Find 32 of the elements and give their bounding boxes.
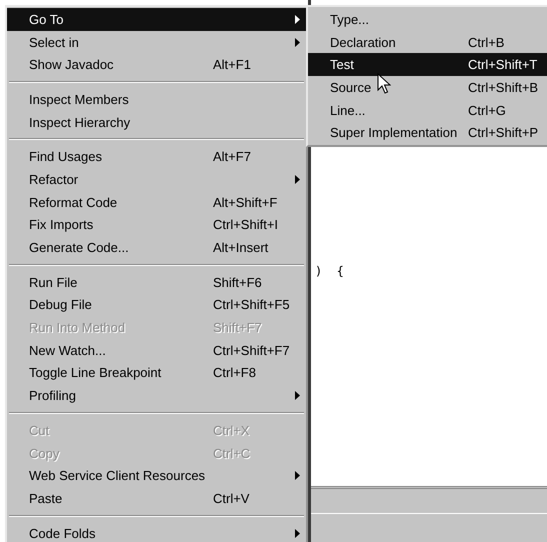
submenu-arrow-icon	[295, 471, 300, 480]
menu-item[interactable]: Generate Code... Alt+Insert	[7, 236, 306, 259]
menu-item[interactable]: Profiling	[7, 384, 306, 407]
menu-item[interactable]: Super Implementation Ctrl+Shift+P	[308, 121, 547, 144]
submenu-arrow-icon	[295, 14, 300, 24]
menu-item[interactable]: Inspect Members	[7, 88, 306, 111]
menu-item[interactable]: Declaration Ctrl+B	[308, 30, 547, 54]
menu-item[interactable]: Web Service Client Resources	[7, 464, 306, 488]
menu-item[interactable]: Code Folds	[7, 522, 306, 542]
menu-item[interactable]: Refactor	[7, 168, 306, 191]
menu-item[interactable]: Reformat Code Alt+Shift+F	[7, 190, 306, 214]
menu-item[interactable]: Toggle Line Breakpoint Ctrl+F8	[7, 362, 306, 384]
menu-item[interactable]: Type...	[308, 8, 547, 31]
menu-item[interactable]: Run File Shift+F6	[7, 270, 306, 294]
menu-item[interactable]: Line... Ctrl+G	[308, 98, 547, 122]
submenu-arrow-icon	[295, 174, 300, 184]
submenu-arrow-icon	[295, 528, 300, 538]
submenu-arrow-icon	[295, 391, 300, 400]
menu-item[interactable]: Select in	[7, 30, 306, 54]
menu-item[interactable]: Show Javadoc Alt+F1	[7, 53, 306, 76]
menu-item[interactable]: Test Ctrl+Shift+T	[308, 53, 547, 76]
submenu-arrow-icon	[295, 38, 300, 47]
menu-item[interactable]: Debug File Ctrl+Shift+F5	[7, 294, 306, 316]
menu-item[interactable]: New Watch... Ctrl+Shift+F7	[7, 338, 306, 362]
menu-item[interactable]: Find Usages Alt+F7	[7, 145, 306, 168]
code-line: ) {	[315, 264, 344, 278]
menu-item[interactable]: Paste Ctrl+V	[7, 487, 306, 510]
menu-item[interactable]: Source Ctrl+Shift+B	[308, 76, 547, 99]
menu-item[interactable]: Inspect Hierarchy	[7, 110, 306, 134]
mouse-pointer-icon	[377, 73, 391, 95]
menu-item[interactable]: Go To	[7, 8, 306, 31]
menu-item[interactable]: Fix Imports Ctrl+Shift+I	[7, 214, 306, 236]
